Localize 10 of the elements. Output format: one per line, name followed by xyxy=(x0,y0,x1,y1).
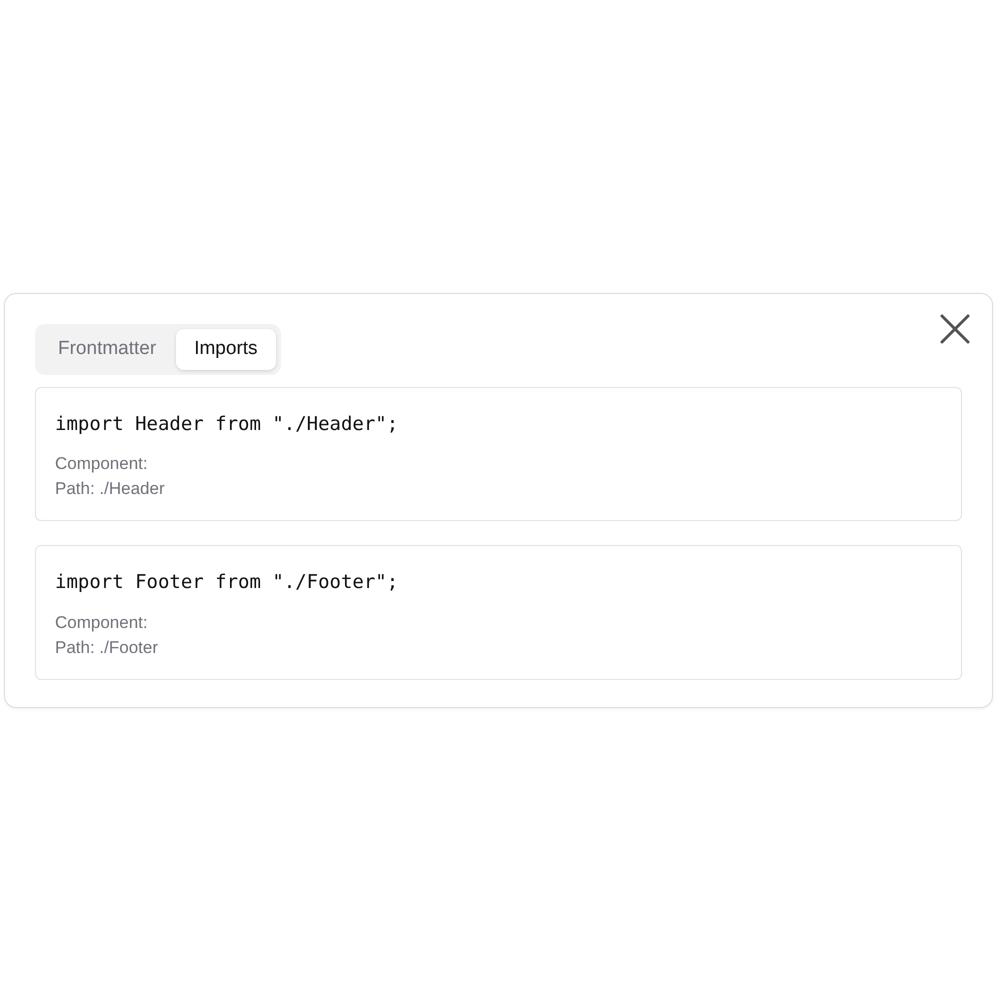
component-label: Component: xyxy=(55,453,148,475)
path-label: Path: ./Footer xyxy=(55,636,158,658)
import-statement: import Header from "./Header"; xyxy=(55,412,400,436)
component-label: Component: xyxy=(55,612,148,634)
close-button[interactable] xyxy=(938,312,972,346)
path-label: Path: ./Header xyxy=(55,478,165,500)
tab[interactable]: Imports xyxy=(176,329,276,370)
import-statement: import Footer from "./Footer"; xyxy=(55,570,400,595)
tab[interactable]: Frontmatter xyxy=(40,329,174,370)
close-icon xyxy=(938,312,972,346)
